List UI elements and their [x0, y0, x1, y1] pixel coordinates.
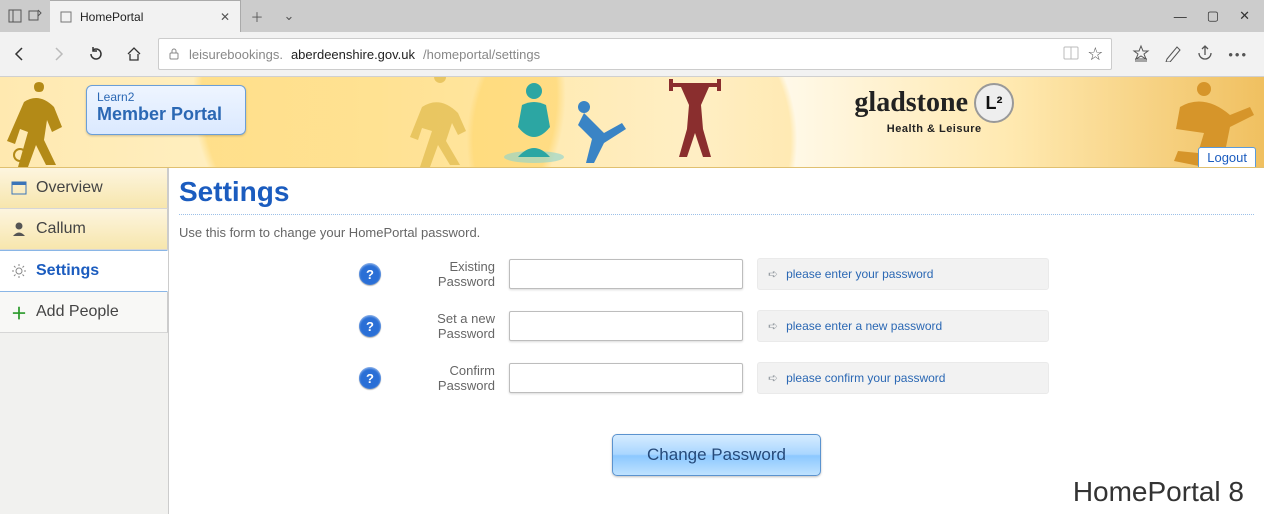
back-button[interactable] — [6, 40, 34, 68]
brand-name: gladstone — [854, 87, 968, 119]
share-icon[interactable] — [1196, 44, 1214, 65]
toolbar-icons: ••• — [1122, 44, 1258, 65]
reading-view-icon[interactable] — [1063, 46, 1079, 63]
new-password-input[interactable] — [509, 311, 743, 341]
person-icon — [10, 221, 28, 237]
page-icon — [60, 11, 72, 23]
overview-icon — [10, 181, 28, 195]
url-host: aberdeenshire.gov.uk — [291, 47, 415, 62]
sidebar-label: Overview — [36, 179, 103, 197]
tab-title: HomePortal — [80, 10, 143, 24]
forward-button[interactable] — [44, 40, 72, 68]
close-window-button[interactable]: ✕ — [1239, 8, 1250, 24]
new-tab-button[interactable]: ＋ — [241, 0, 273, 32]
change-password-button[interactable]: Change Password — [612, 434, 821, 476]
close-tab-icon[interactable]: ✕ — [220, 10, 230, 24]
maximize-button[interactable]: ▢ — [1207, 8, 1219, 24]
sidebar-item-settings[interactable]: Settings — [0, 250, 168, 292]
arrow-icon: ➪ — [768, 371, 778, 385]
url-prefix: leisurebookings. — [189, 47, 283, 62]
brand-logo: gladstone L² Health & Leisure — [854, 83, 1014, 135]
brand-subtitle: Health & Leisure — [854, 123, 1014, 135]
arrow-icon: ➪ — [768, 267, 778, 281]
silhouette-stretch-icon — [570, 97, 630, 167]
notes-icon[interactable] — [1164, 44, 1182, 65]
hint-new: ➪ please enter a new password — [757, 310, 1049, 342]
url-path: /homeportal/settings — [423, 47, 540, 62]
portal-badge-line2: Member Portal — [97, 104, 235, 124]
home-button[interactable] — [120, 40, 148, 68]
favorite-star-icon[interactable]: ☆ — [1087, 44, 1103, 65]
intro-text: Use this form to change your HomePortal … — [179, 225, 1254, 240]
sidebar: Overview Callum Settings ＋ Add People — [0, 168, 169, 514]
confirm-password-input[interactable] — [509, 363, 743, 393]
sidebar-label: Settings — [36, 262, 99, 280]
arrow-icon: ➪ — [768, 319, 778, 333]
help-icon[interactable]: ? — [359, 367, 381, 389]
portal-badge-line1: Learn2 — [97, 90, 235, 104]
tab-bar: HomePortal ✕ ＋ ⌄ ― ▢ ✕ — [0, 0, 1264, 32]
logout-link[interactable]: Logout — [1198, 147, 1256, 167]
page-title: Settings — [179, 176, 1254, 208]
plus-icon: ＋ — [10, 300, 28, 324]
sidebar-icon — [8, 9, 22, 23]
nav-bar: leisurebookings. aberdeenshire.gov.uk/hom… — [0, 32, 1264, 77]
address-bar[interactable]: leisurebookings. aberdeenshire.gov.uk/hom… — [158, 38, 1112, 70]
browser-tab[interactable]: HomePortal ✕ — [50, 0, 241, 32]
silhouette-yoga-icon — [500, 77, 570, 167]
favorites-icon[interactable] — [1132, 44, 1150, 65]
help-icon[interactable]: ? — [359, 263, 381, 285]
label-confirm: Confirm Password — [395, 363, 495, 393]
lock-icon — [167, 47, 181, 61]
sidebar-label: Callum — [36, 220, 86, 238]
hint-existing: ➪ please enter your password — [757, 258, 1049, 290]
main-layout: Overview Callum Settings ＋ Add People Se… — [0, 168, 1264, 514]
brand-mark: L² — [974, 83, 1014, 123]
portal-badge: Learn2 Member Portal — [86, 85, 246, 135]
row-existing-password: ? Existing Password ➪ please enter your … — [179, 258, 1254, 290]
more-icon[interactable]: ••• — [1228, 47, 1248, 62]
sidebar-item-add-people[interactable]: ＋ Add People — [0, 292, 168, 333]
minimize-button[interactable]: ― — [1174, 9, 1187, 24]
site-banner: Learn2 Member Portal gladstone L² Health… — [0, 77, 1264, 168]
tab-actions-icon[interactable]: ⌄ — [273, 0, 305, 32]
title-divider — [179, 214, 1254, 215]
sidebar-label: Add People — [36, 303, 119, 321]
silhouette-lifter-icon — [665, 77, 725, 167]
content-area: Settings Use this form to change your Ho… — [169, 168, 1264, 514]
browser-chrome: HomePortal ✕ ＋ ⌄ ― ▢ ✕ leisurebookings. a… — [0, 0, 1264, 77]
existing-password-input[interactable] — [509, 259, 743, 289]
sidebar-item-user[interactable]: Callum — [0, 209, 168, 250]
set-aside-icon — [28, 9, 42, 23]
help-icon[interactable]: ? — [359, 315, 381, 337]
submit-row: Change Password — [179, 434, 1254, 476]
refresh-button[interactable] — [82, 40, 110, 68]
label-existing: Existing Password — [395, 259, 495, 289]
hint-confirm: ➪ please confirm your password — [757, 362, 1049, 394]
label-new: Set a new Password — [395, 311, 495, 341]
row-new-password: ? Set a new Password ➪ please enter a ne… — [179, 310, 1254, 342]
product-stamp: HomePortal 8 — [1073, 476, 1244, 508]
silhouette-football-icon — [4, 77, 74, 167]
row-confirm-password: ? Confirm Password ➪ please confirm your… — [179, 362, 1254, 394]
silhouette-runner-icon — [400, 77, 480, 167]
gear-icon — [10, 263, 28, 279]
window-controls: ― ▢ ✕ — [1160, 0, 1264, 32]
sidebar-item-overview[interactable]: Overview — [0, 168, 168, 209]
edge-hub-icons — [0, 0, 50, 32]
